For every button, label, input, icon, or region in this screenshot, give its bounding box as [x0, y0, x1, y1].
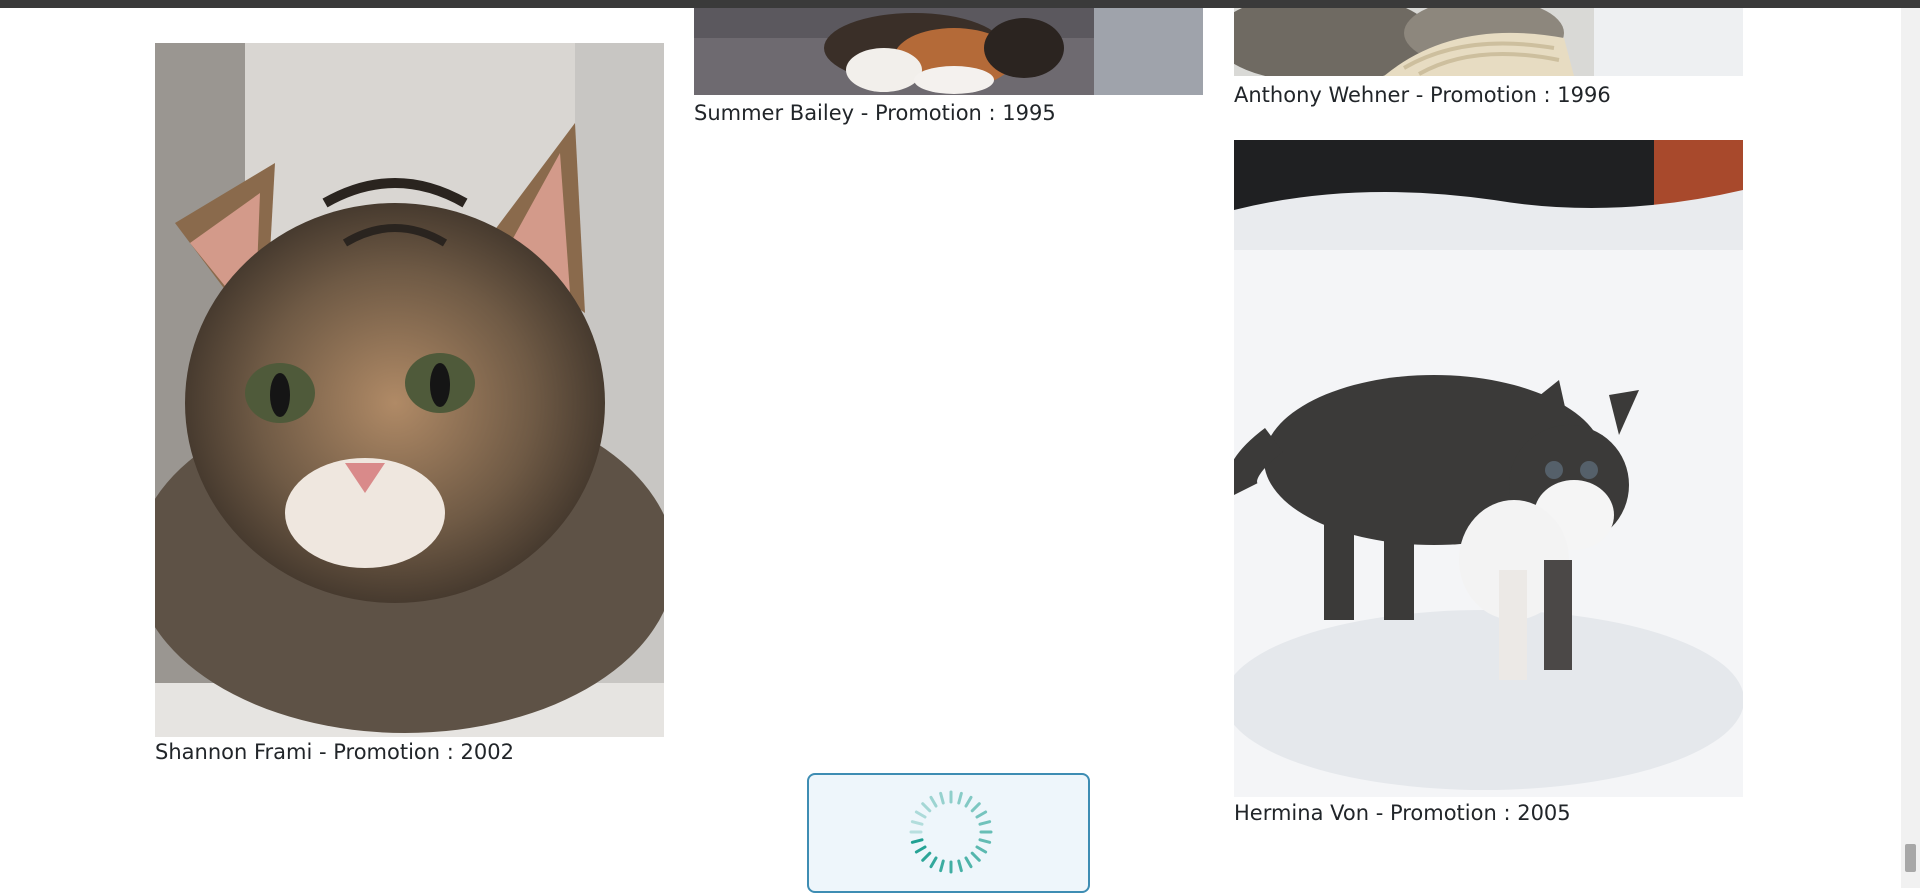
- spinner-tick: [921, 802, 932, 813]
- spinner-tick: [957, 791, 963, 805]
- spinner-tick: [914, 810, 927, 819]
- gallery-card-hermina-von[interactable]: Hermina Von - Promotion : 2005: [1234, 140, 1743, 830]
- cat-photo[interactable]: [1234, 8, 1743, 76]
- card-caption: Summer Bailey - Promotion : 1995: [694, 101, 1056, 125]
- spinner-tick: [970, 851, 981, 862]
- spinner-tick: [929, 795, 938, 808]
- spinner-tick: [964, 795, 973, 808]
- spinner-tick: [978, 838, 992, 844]
- spinner-tick: [929, 856, 938, 869]
- spinner-tick: [910, 838, 924, 844]
- spinner-tick: [975, 845, 988, 854]
- spinner-tick: [957, 859, 963, 873]
- spinner-tick: [914, 845, 927, 854]
- spinner-icon: [909, 790, 993, 874]
- spinner-tick: [939, 859, 945, 873]
- spinner-tick: [970, 802, 981, 813]
- spinner-tick: [978, 820, 992, 826]
- loading-indicator: [807, 773, 1090, 893]
- gallery-card-shannon-frami[interactable]: Shannon Frami - Promotion : 2002: [155, 43, 664, 773]
- page-scrollbar[interactable]: [1901, 8, 1920, 888]
- cat-photo[interactable]: [694, 8, 1203, 95]
- cat-photo[interactable]: [155, 43, 664, 737]
- cat-photo[interactable]: [1234, 140, 1743, 797]
- scrollbar-thumb[interactable]: [1905, 844, 1916, 872]
- spinner-tick: [964, 856, 973, 869]
- card-caption: Shannon Frami - Promotion : 2002: [155, 740, 514, 764]
- gallery-card-anthony-wehner[interactable]: Anthony Wehner - Promotion : 1996: [1234, 8, 1743, 118]
- spinner-tick: [975, 810, 988, 819]
- card-caption: Hermina Von - Promotion : 2005: [1234, 801, 1571, 825]
- spinner-tick: [939, 791, 945, 805]
- spinner-tick: [921, 851, 932, 862]
- spinner-tick: [910, 820, 924, 826]
- gallery-card-summer-bailey[interactable]: Summer Bailey - Promotion : 1995: [694, 8, 1203, 128]
- card-caption: Anthony Wehner - Promotion : 1996: [1234, 83, 1611, 107]
- browser-top-bar: [0, 0, 1920, 8]
